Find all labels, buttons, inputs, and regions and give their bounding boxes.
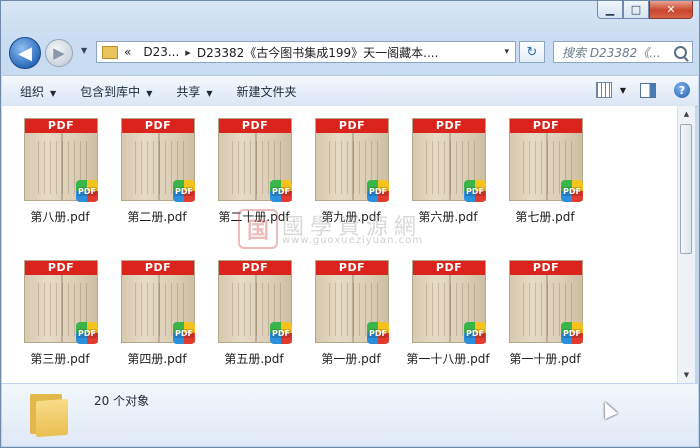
file-item[interactable]: PDF PDF 第八册.pdf	[12, 110, 108, 230]
pdf-band: PDF	[510, 261, 582, 275]
folder-icon	[102, 45, 118, 59]
pdf-app-icon: PDF	[270, 180, 292, 202]
pdf-band: PDF	[25, 119, 97, 133]
pdf-app-icon: PDF	[76, 180, 98, 202]
file-item[interactable]: PDF PDF 第一册.pdf	[303, 252, 399, 372]
search-box[interactable]: 搜索 D23382《...	[553, 41, 693, 63]
refresh-button[interactable]: ↻	[519, 41, 545, 63]
file-list: PDF PDF 第八册.pdf PDF PDF 第二册.pdf PDF PDF …	[2, 106, 677, 383]
chevron-down-icon: ▼	[146, 88, 153, 98]
refresh-icon: ↻	[526, 44, 538, 60]
file-name[interactable]: 第二册.pdf	[109, 208, 205, 225]
folder-icon	[30, 390, 68, 438]
search-icon	[674, 45, 687, 59]
pdf-band: PDF	[219, 119, 291, 133]
file-name[interactable]: 第一十册.pdf	[497, 350, 593, 367]
pdf-app-icon: PDF	[173, 180, 195, 202]
toolbar-right: ▼ ?	[595, 82, 690, 98]
pdf-band: PDF	[219, 261, 291, 275]
file-name[interactable]: 第六册.pdf	[400, 208, 496, 225]
pdf-app-icon: PDF	[561, 322, 583, 344]
item-count: 20 个对象	[94, 394, 150, 408]
file-name[interactable]: 第二十册.pdf	[206, 208, 302, 225]
view-options-chevron-icon[interactable]: ▼	[620, 86, 626, 95]
file-item[interactable]: PDF PDF 第一十册.pdf	[497, 252, 593, 372]
pdf-app-icon: PDF	[270, 322, 292, 344]
pdf-band: PDF	[413, 261, 485, 275]
preview-pane-icon[interactable]	[640, 82, 656, 98]
pdf-band: PDF	[316, 261, 388, 275]
caption-buttons: ▁ □ ✕	[597, 1, 693, 19]
share-label: 共享	[176, 84, 201, 99]
share-menu[interactable]: 共享 ▼	[176, 83, 212, 100]
include-in-library-menu[interactable]: 包含到库中 ▼	[80, 83, 152, 100]
file-name[interactable]: 第五册.pdf	[206, 350, 302, 367]
breadcrumb-overflow[interactable]: «	[124, 45, 131, 59]
forward-arrow-icon: ▶	[53, 44, 65, 62]
vertical-scrollbar[interactable]: ▲ ▼	[677, 106, 695, 383]
new-folder-button[interactable]: 新建文件夹	[237, 83, 297, 100]
back-arrow-icon: ◀	[18, 42, 32, 64]
pdf-band: PDF	[25, 261, 97, 275]
pdf-app-icon: PDF	[561, 180, 583, 202]
forward-button[interactable]: ▶	[45, 39, 73, 67]
organize-menu[interactable]: 组织 ▼	[20, 83, 56, 100]
file-name[interactable]: 第一十八册.pdf	[400, 350, 496, 367]
search-placeholder: 搜索 D23382《...	[562, 45, 661, 60]
details-pane: 20 个对象	[2, 384, 698, 446]
file-item[interactable]: PDF PDF 第二册.pdf	[109, 110, 205, 230]
help-icon[interactable]: ?	[674, 82, 690, 98]
pdf-band: PDF	[122, 261, 194, 275]
organize-label: 组织	[20, 84, 45, 99]
file-item[interactable]: PDF PDF 第五册.pdf	[206, 252, 302, 372]
minimize-button[interactable]: ▁	[597, 1, 623, 19]
file-item[interactable]: PDF PDF 第七册.pdf	[497, 110, 593, 230]
command-bar: 组织 ▼ 包含到库中 ▼ 共享 ▼ 新建文件夹 ▼ ?	[2, 75, 698, 107]
back-button[interactable]: ◀	[9, 37, 41, 69]
file-name[interactable]: 第一册.pdf	[303, 350, 399, 367]
file-item[interactable]: PDF PDF 第一十八册.pdf	[400, 252, 496, 372]
file-item[interactable]: PDF PDF 第六册.pdf	[400, 110, 496, 230]
chevron-down-icon: ▼	[206, 88, 213, 98]
pdf-app-icon: PDF	[367, 180, 389, 202]
breadcrumb-segment-parent[interactable]: D23...	[143, 45, 179, 59]
pdf-app-icon: PDF	[173, 322, 195, 344]
change-view-icon[interactable]	[595, 82, 612, 98]
pdf-app-icon: PDF	[464, 322, 486, 344]
pdf-band: PDF	[122, 119, 194, 133]
address-dropdown-icon[interactable]: ▾	[504, 47, 509, 57]
recent-pages-dropdown-icon[interactable]: ▼	[81, 46, 87, 55]
address-bar[interactable]: « D23... ▸ D23382《古今图书集成199》天一阁藏本.... ▾	[96, 41, 516, 63]
pdf-band: PDF	[510, 119, 582, 133]
file-item[interactable]: PDF PDF 第二十册.pdf	[206, 110, 302, 230]
breadcrumb-separator-icon[interactable]: ▸	[185, 46, 191, 59]
scrollbar-thumb[interactable]	[680, 124, 692, 254]
file-item[interactable]: PDF PDF 第九册.pdf	[303, 110, 399, 230]
explorer-window: ▁ □ ✕ ◀ ▶ ▼ « D23... ▸ D23382《古今图书集成199》…	[0, 0, 700, 448]
scroll-up-icon[interactable]: ▲	[678, 106, 695, 122]
close-button[interactable]: ✕	[649, 1, 693, 19]
scroll-down-icon[interactable]: ▼	[678, 367, 695, 383]
file-item[interactable]: PDF PDF 第四册.pdf	[109, 252, 205, 372]
watermark-url: www.guoxueziyuan.com	[282, 235, 423, 246]
file-name[interactable]: 第八册.pdf	[12, 208, 108, 225]
include-in-library-label: 包含到库中	[80, 84, 141, 99]
pdf-app-icon: PDF	[464, 180, 486, 202]
file-name[interactable]: 第七册.pdf	[497, 208, 593, 225]
pdf-app-icon: PDF	[76, 322, 98, 344]
file-name[interactable]: 第四册.pdf	[109, 350, 205, 367]
pdf-app-icon: PDF	[367, 322, 389, 344]
maximize-button[interactable]: □	[623, 1, 649, 19]
file-item[interactable]: PDF PDF 第三册.pdf	[12, 252, 108, 372]
file-name[interactable]: 第三册.pdf	[12, 350, 108, 367]
chevron-down-icon: ▼	[50, 88, 57, 98]
breadcrumb-segment-current[interactable]: D23382《古今图书集成199》天一阁藏本....	[197, 44, 439, 61]
file-name[interactable]: 第九册.pdf	[303, 208, 399, 225]
pdf-band: PDF	[413, 119, 485, 133]
pdf-band: PDF	[316, 119, 388, 133]
